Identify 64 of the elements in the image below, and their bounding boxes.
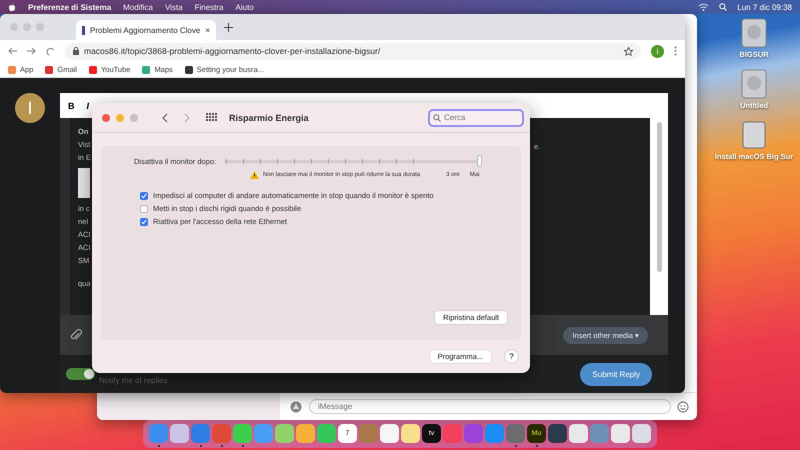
- paperclip-icon[interactable]: [70, 328, 82, 342]
- plus-icon[interactable]: [224, 22, 233, 32]
- star-icon[interactable]: [624, 46, 633, 56]
- close-button[interactable]: [102, 114, 110, 122]
- forward-arrow-icon[interactable]: [27, 47, 36, 55]
- format-button[interactable]: I: [86, 100, 90, 110]
- search-icon: [433, 114, 441, 122]
- app-icon[interactable]: [632, 424, 651, 443]
- window-title: Risparmio Energia: [229, 112, 309, 122]
- menu-item[interactable]: Vista: [164, 2, 183, 12]
- checkbox[interactable]: [140, 192, 148, 200]
- back-arrow-icon[interactable]: [8, 47, 17, 55]
- grid-icon[interactable]: [206, 113, 217, 122]
- tab-close-button[interactable]: ×: [205, 26, 210, 34]
- notify-toggle[interactable]: [66, 368, 95, 380]
- menu-clock[interactable]: Lun 7 dic 09:38: [737, 2, 792, 12]
- submit-reply-button[interactable]: Submit Reply: [580, 362, 652, 386]
- profile-avatar[interactable]: i: [651, 44, 664, 58]
- notify-label: Notify me of replies: [99, 374, 168, 384]
- back-icon[interactable]: [162, 112, 168, 122]
- bookmark-icon: [184, 66, 193, 74]
- reload-icon[interactable]: [46, 46, 55, 56]
- app-icon[interactable]: [170, 424, 189, 443]
- favicon-icon: [82, 26, 86, 34]
- checkbox[interactable]: [140, 218, 148, 226]
- wifi-icon[interactable]: [698, 3, 710, 11]
- app-icon[interactable]: [401, 424, 420, 443]
- bookmark-icon: [88, 66, 97, 74]
- zoom-button[interactable]: [130, 114, 138, 122]
- browser-tab[interactable]: Problemi Aggiornamento Clove ×: [76, 20, 216, 40]
- search-field[interactable]: Cerca: [428, 108, 524, 126]
- slider-thumb[interactable]: [477, 155, 482, 167]
- bookmark-icon: [45, 66, 54, 74]
- menu-item[interactable]: Aiuto: [236, 2, 254, 12]
- smiley-icon[interactable]: [677, 400, 689, 412]
- menu-item[interactable]: Finestra: [194, 2, 224, 12]
- app-menu[interactable]: Preferenze di Sistema: [28, 2, 112, 12]
- image-thumbnail: [78, 168, 90, 198]
- disk-drive-icon: [741, 120, 767, 150]
- app-icon[interactable]: [317, 424, 336, 443]
- app-icon[interactable]: [569, 424, 588, 443]
- forward-icon[interactable]: [184, 112, 190, 122]
- app-icon[interactable]: [611, 424, 630, 443]
- app-icon[interactable]: [548, 424, 567, 443]
- lock-icon: [73, 47, 79, 55]
- help-button[interactable]: ?: [505, 350, 518, 363]
- checkbox[interactable]: [140, 204, 148, 212]
- app-icon[interactable]: [233, 424, 252, 443]
- app-icon[interactable]: [296, 424, 315, 443]
- warning-icon: [250, 171, 259, 179]
- format-button[interactable]: B: [68, 100, 74, 110]
- user-avatar: I: [15, 93, 45, 123]
- bookmark-icon: [142, 66, 150, 74]
- message-field[interactable]: iMessage: [309, 399, 671, 414]
- app-store-icon[interactable]: [290, 400, 303, 412]
- app-icon[interactable]: [380, 424, 399, 443]
- app-icon[interactable]: [275, 424, 294, 443]
- search-icon[interactable]: [719, 3, 728, 11]
- bookmark-icon: [8, 66, 16, 74]
- apple-icon[interactable]: [8, 2, 16, 12]
- more-icon[interactable]: [674, 46, 677, 56]
- address-bar[interactable]: macos86.it/topic/3868-problemi-aggiornamento-clover-per-installazione-bigsur/: [65, 42, 641, 60]
- menu-item[interactable]: Modifica: [123, 2, 153, 12]
- minimize-button[interactable]: [116, 114, 124, 122]
